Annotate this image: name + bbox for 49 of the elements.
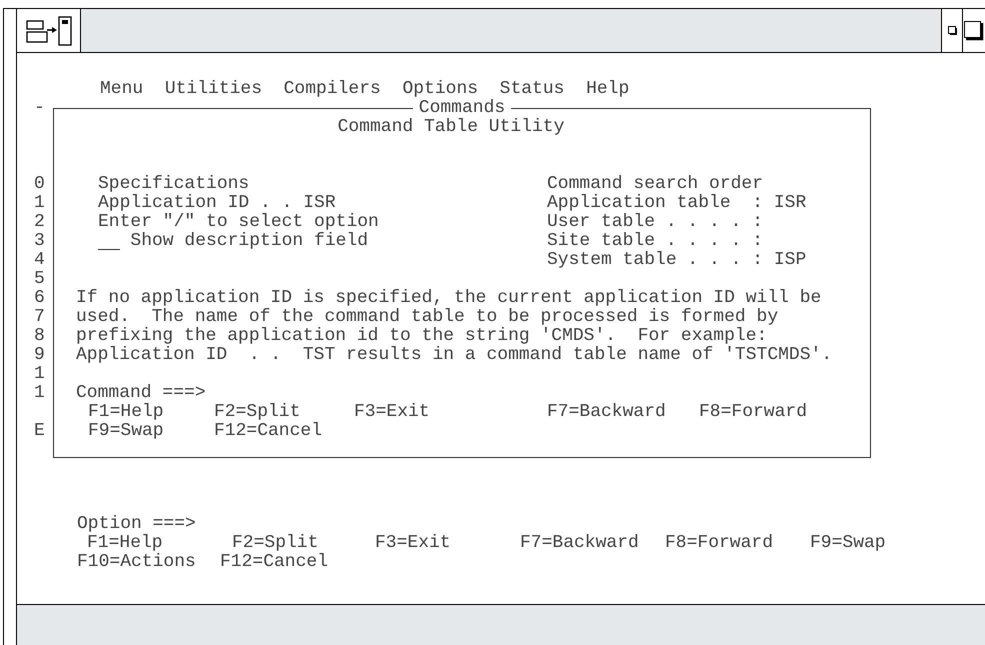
function-key[interactable]: F12=Cancel	[220, 553, 328, 572]
function-key[interactable]: F8=Forward	[665, 534, 774, 553]
help-paragraph: If no application ID is specified, the current application ID will be used. The name of the command table to be processed is formed by prefixing the application id to the string 'CMDS'. For example: Application ID . . TST results in a command table name of 'TSTCMDS'.	[76, 289, 834, 365]
field-label: Application ID . . ISR	[98, 194, 336, 213]
search-order-line: Site table . . . . :	[547, 232, 764, 251]
background-text: 1	[34, 365, 46, 384]
background-text: E	[34, 422, 46, 441]
background-text: 3	[34, 232, 46, 251]
background-text: 4	[34, 251, 46, 270]
menu-item[interactable]: Status	[500, 80, 564, 99]
background-text: 6	[34, 289, 46, 308]
function-key[interactable]: F8=Forward	[699, 403, 808, 422]
background-text: 2	[34, 213, 46, 232]
command-prompt: Command ===>	[76, 383, 206, 403]
menu-item[interactable]: Options	[402, 80, 478, 99]
search-order-line: Application table : ISR	[547, 194, 808, 213]
function-key[interactable]: F1=Help	[88, 403, 164, 422]
menu-item[interactable]: Menu	[100, 80, 144, 99]
function-key[interactable]: F2=Split	[232, 534, 318, 553]
background-text: 8	[34, 327, 46, 346]
function-key[interactable]: F3=Exit	[375, 534, 451, 553]
background-text: 5	[34, 270, 46, 289]
background-text: 1	[34, 384, 46, 403]
search-order-line: Command search order	[547, 175, 764, 194]
function-key[interactable]: F2=Split	[214, 403, 300, 422]
function-key[interactable]: F9=Swap	[88, 422, 164, 441]
background-text: 9	[34, 346, 46, 365]
option-label: Show description field	[130, 232, 368, 251]
option-prompt: Option ===>	[77, 515, 196, 534]
search-order-line: User table . . . . :	[547, 213, 764, 232]
search-order-line: System table . . . : ISP	[547, 251, 808, 270]
function-key[interactable]: F7=Backward	[520, 534, 639, 553]
background-text: -	[34, 99, 46, 118]
function-key[interactable]: F1=Help	[87, 534, 163, 553]
field-label: Specifications	[98, 175, 250, 194]
function-key[interactable]: F7=Backward	[547, 403, 666, 422]
minimize-icon	[948, 26, 956, 35]
menu-item[interactable]: Compilers	[284, 80, 381, 99]
menu-item[interactable]: Help	[586, 80, 630, 99]
function-key[interactable]: F12=Cancel	[214, 422, 322, 441]
function-key[interactable]: F10=Actions	[77, 553, 196, 572]
function-key[interactable]: F3=Exit	[354, 403, 430, 422]
function-key[interactable]: F9=Swap	[810, 534, 886, 553]
field-label: Enter "/" to select option	[98, 213, 379, 232]
background-text: 7	[34, 308, 46, 327]
background-text: 0	[34, 175, 46, 194]
background-text: 1	[34, 194, 46, 213]
menu-item[interactable]: Utilities	[164, 80, 262, 99]
dialog-heading: Command Table Utility	[338, 117, 564, 137]
